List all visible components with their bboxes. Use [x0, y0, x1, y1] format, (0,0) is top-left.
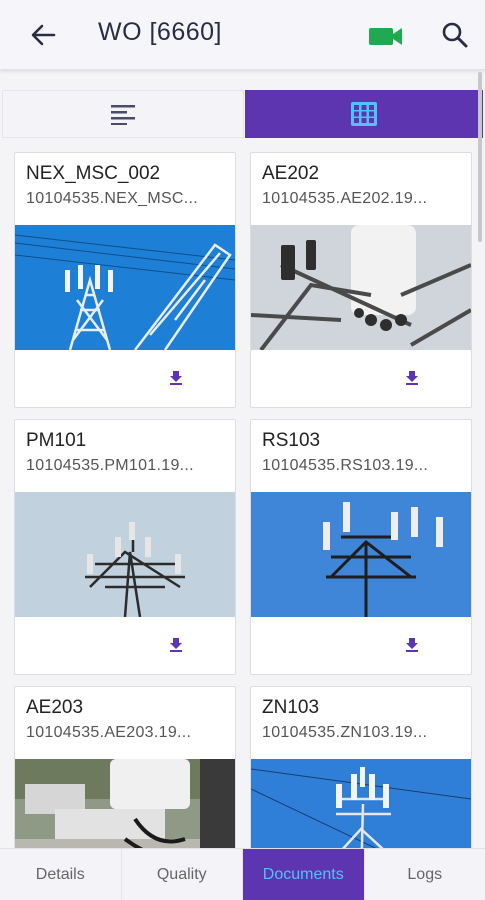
download-icon	[406, 638, 418, 652]
document-thumbnail[interactable]	[15, 492, 235, 617]
grid-view-icon	[351, 102, 377, 126]
document-filename: 10104535.NEX_MSC...	[26, 190, 199, 207]
tab-logs[interactable]: Logs	[365, 849, 485, 900]
download-button[interactable]	[401, 634, 423, 656]
download-icon	[170, 638, 182, 652]
document-title: NEX_MSC_002	[26, 163, 161, 184]
document-card[interactable]: PM101 10104535.PM101.19...	[14, 419, 236, 675]
document-card[interactable]: AE202 10104535.AE202.19...	[250, 152, 472, 408]
document-card[interactable]: RS103 10104535.RS103.19...	[250, 419, 472, 675]
list-view-icon	[111, 105, 135, 125]
document-filename: 10104535.AE203.19...	[26, 724, 192, 741]
search-icon	[442, 22, 468, 48]
video-camera-icon	[369, 28, 402, 45]
tab-details[interactable]: Details	[0, 849, 122, 900]
video-call-button[interactable]	[366, 22, 406, 50]
document-title: AE203	[26, 697, 84, 718]
document-title: ZN103	[262, 697, 320, 718]
document-filename: 10104535.AE202.19...	[262, 190, 428, 207]
page-title: WO [6660]	[98, 18, 222, 46]
view-toggle	[0, 90, 485, 138]
document-card[interactable]: ZN103 10104535.ZN103.19...	[250, 686, 472, 848]
header-bar: WO [6660]	[0, 0, 485, 70]
tab-documents[interactable]: Documents	[243, 849, 365, 900]
document-filename: 10104535.PM101.19...	[26, 457, 194, 474]
back-button[interactable]	[26, 20, 60, 50]
download-icon	[170, 371, 182, 385]
document-card[interactable]: NEX_MSC_002 10104535.NEX_MSC...	[14, 152, 236, 408]
document-thumbnail[interactable]	[251, 759, 471, 848]
download-button[interactable]	[401, 367, 423, 389]
document-filename: 10104535.ZN103.19...	[262, 724, 428, 741]
bottom-tab-bar: Details Quality Documents Logs	[0, 848, 485, 900]
download-icon	[406, 371, 418, 385]
arrow-left-icon	[31, 24, 56, 46]
tab-quality[interactable]: Quality	[122, 849, 243, 900]
search-button[interactable]	[438, 18, 472, 52]
app-screen: WO [6660] NEX_MSC_002 10104535.NEX_MSC..…	[0, 0, 485, 900]
document-thumbnail[interactable]	[15, 759, 235, 848]
download-button[interactable]	[165, 634, 187, 656]
document-title: PM101	[26, 430, 87, 451]
document-thumbnail[interactable]	[15, 225, 235, 350]
document-card[interactable]: AE203 10104535.AE203.19...	[14, 686, 236, 848]
download-button[interactable]	[165, 367, 187, 389]
document-thumbnail[interactable]	[251, 225, 471, 350]
list-view-button[interactable]	[2, 90, 244, 138]
document-filename: 10104535.RS103.19...	[262, 457, 429, 474]
grid-view-button[interactable]	[245, 90, 483, 138]
document-grid: NEX_MSC_002 10104535.NEX_MSC... AE202 10…	[0, 152, 485, 848]
document-title: RS103	[262, 430, 321, 451]
document-title: AE202	[262, 163, 320, 184]
document-thumbnail[interactable]	[251, 492, 471, 617]
